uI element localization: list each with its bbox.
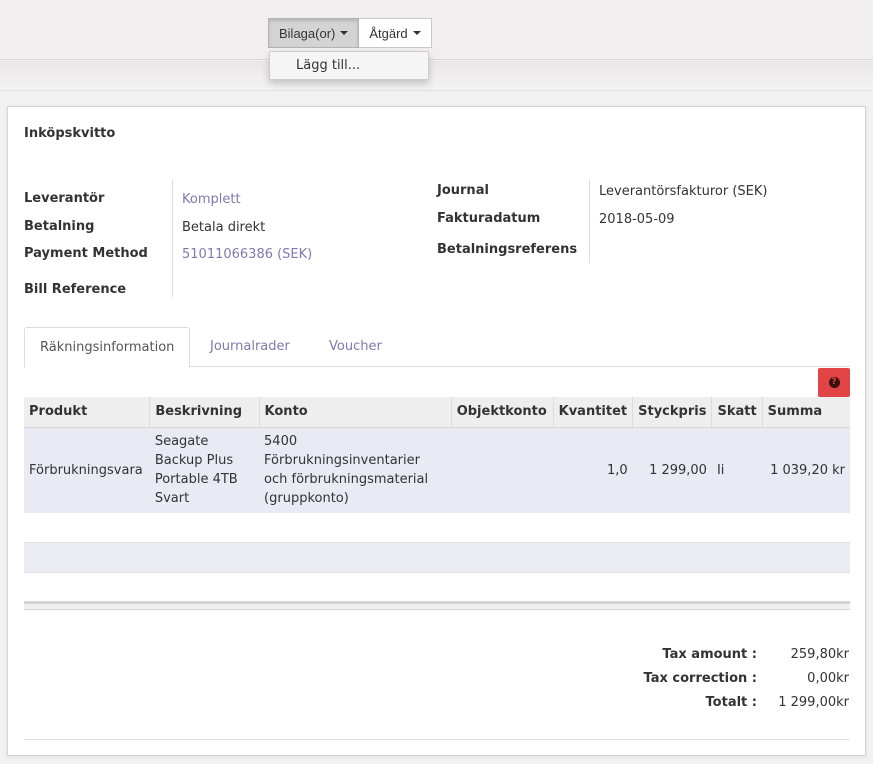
caret-down-icon xyxy=(340,31,349,35)
column-header-product[interactable]: Produkt xyxy=(24,397,151,428)
top-control-panel xyxy=(0,0,873,60)
empty-table-row xyxy=(24,573,850,603)
tab-journal-lines[interactable]: Journalrader xyxy=(210,327,290,367)
vendor-label: Leverantör xyxy=(24,191,105,206)
total-label: Totalt : xyxy=(705,695,757,710)
invoice-date-value: 2018-05-09 xyxy=(599,212,675,227)
form-sheet: Inköpskvitto Leverantör Betalning Paymen… xyxy=(7,106,866,756)
tax-amount-label: Tax amount : xyxy=(662,647,757,662)
column-header-description[interactable]: Beskrivning xyxy=(149,397,260,428)
cell-description: Seagate Backup Plus Portable 4TB Svart xyxy=(149,427,260,514)
journal-label: Journal xyxy=(437,183,489,198)
caret-down-icon xyxy=(412,31,421,35)
column-header-analytic-account[interactable]: Objektkonto xyxy=(451,397,554,428)
attachments-label: Bilaga(or) xyxy=(279,25,336,41)
bottom-divider xyxy=(24,739,850,740)
description-line: Svart xyxy=(154,491,190,506)
attachments-dropdown-menu: Lägg till... xyxy=(269,51,429,80)
help-button[interactable]: ? xyxy=(818,368,850,397)
table-footer xyxy=(24,601,850,610)
sub-control-bar xyxy=(0,61,873,91)
account-line: 5400 xyxy=(264,434,298,449)
invoice-lines-table: Produkt Beskrivning Konto Objektkonto Kv… xyxy=(24,397,850,514)
payment-method-label: Payment Method xyxy=(24,246,148,261)
account-line: Förbrukningsinventarier xyxy=(264,453,420,468)
column-header-tax[interactable]: Skatt xyxy=(711,397,763,428)
description-line: Seagate xyxy=(154,434,209,449)
cell-analytic-account xyxy=(451,427,554,514)
tab-invoice-information[interactable]: Räkningsinformation xyxy=(24,327,191,368)
notebook-tabs: Räkningsinformation Journalrader Voucher xyxy=(24,327,850,368)
tab-voucher[interactable]: Voucher xyxy=(329,327,382,367)
add-attachment-menu-item[interactable]: Lägg till... xyxy=(270,52,428,79)
account-line: och förbrukningsmaterial xyxy=(264,472,429,487)
description-line: Portable 4TB xyxy=(154,472,238,487)
empty-table-row xyxy=(24,543,850,573)
cell-account: 5400 Förbrukningsinventarier och förbruk… xyxy=(259,427,452,514)
description-line: Backup Plus xyxy=(154,453,234,468)
table-header-row: Produkt Beskrivning Konto Objektkonto Kv… xyxy=(24,397,850,428)
payment-reference-label: Betalningsreferens xyxy=(437,242,578,257)
left-field-separator xyxy=(172,179,173,297)
attachments-button[interactable]: Bilaga(or) xyxy=(268,18,360,48)
empty-table-row xyxy=(24,513,850,543)
payment-value: Betala direkt xyxy=(182,220,266,235)
column-header-account[interactable]: Konto xyxy=(259,397,452,428)
cell-amount: 1 039,20 kr xyxy=(762,427,850,514)
journal-value: Leverantörsfakturor (SEK) xyxy=(599,184,768,199)
table-row[interactable]: Förbrukningsvara Seagate Backup Plus Por… xyxy=(24,427,850,514)
question-icon: ? xyxy=(828,377,840,388)
column-header-unit-price[interactable]: Styckpris xyxy=(632,397,713,428)
form-title: Inköpskvitto xyxy=(24,126,116,141)
toolbar-button-group: Bilaga(or) Åtgärd xyxy=(268,18,432,48)
cell-tax: Ii xyxy=(711,427,763,514)
cell-unit-price: 1 299,00 xyxy=(632,427,712,514)
cell-product: Förbrukningsvara xyxy=(24,427,150,514)
column-header-amount[interactable]: Summa xyxy=(762,397,850,428)
total-value: 1 299,00kr xyxy=(778,695,849,710)
tax-correction-label: Tax correction : xyxy=(643,671,757,686)
invoice-date-label: Fakturadatum xyxy=(437,211,541,226)
column-header-quantity[interactable]: Kvantitet xyxy=(553,397,634,428)
action-button[interactable]: Åtgärd xyxy=(359,18,432,48)
right-field-separator xyxy=(589,179,590,263)
tax-amount-value: 259,80kr xyxy=(790,647,849,662)
cell-quantity: 1,0 xyxy=(553,427,633,514)
tax-correction-value: 0,00kr xyxy=(807,671,849,686)
bill-reference-label: Bill Reference xyxy=(24,282,127,297)
vendor-link[interactable]: Komplett xyxy=(182,192,241,207)
payment-method-link[interactable]: 51011066386 (SEK) xyxy=(182,247,312,262)
account-line: (gruppkonto) xyxy=(264,491,349,506)
action-label: Åtgärd xyxy=(369,25,408,41)
payment-label: Betalning xyxy=(24,219,95,234)
